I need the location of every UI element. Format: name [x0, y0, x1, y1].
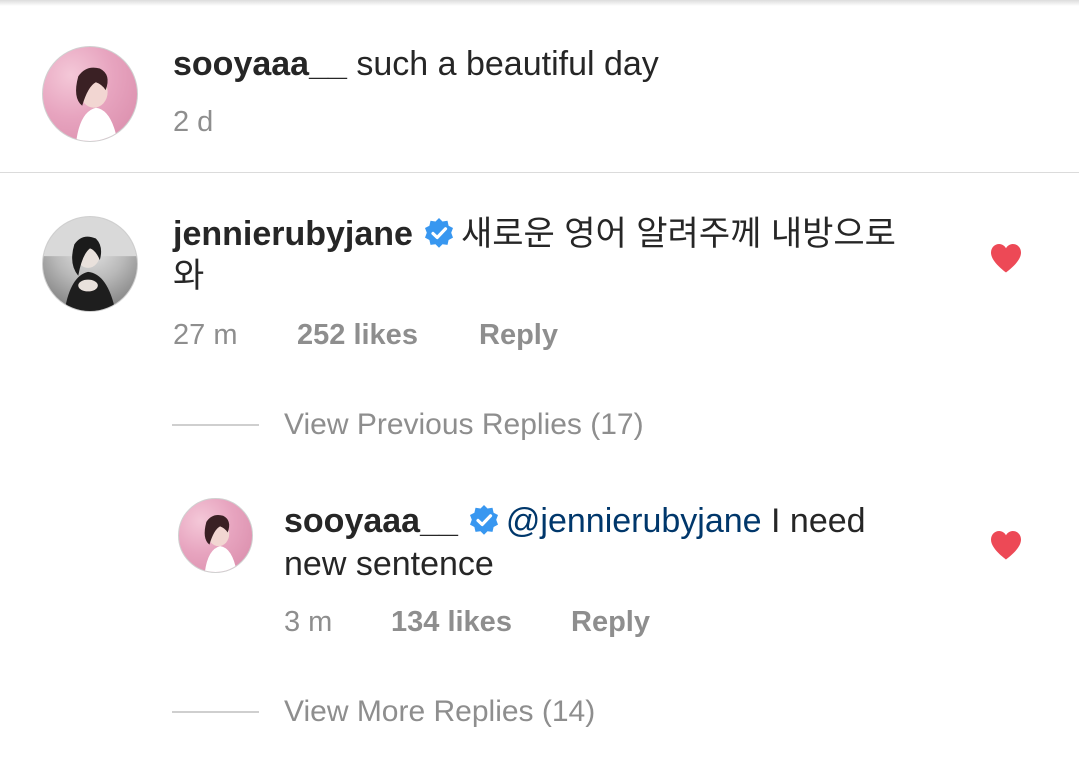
replies-divider: [172, 424, 259, 426]
reply-text-line-2: new sentence: [284, 545, 494, 583]
replies-divider: [172, 711, 259, 713]
view-more-replies-link[interactable]: View More Replies (14): [284, 694, 595, 730]
verified-badge-icon: [469, 505, 498, 535]
avatar[interactable]: [42, 46, 138, 142]
avatar[interactable]: [42, 216, 138, 312]
heart-icon[interactable]: [989, 529, 1023, 561]
verified-badge-icon: [424, 218, 453, 248]
comment-line-2: 와: [173, 254, 204, 298]
reply-time: 3 m: [284, 606, 333, 638]
view-previous-replies-link[interactable]: View Previous Replies (17): [284, 407, 644, 443]
caption-username[interactable]: sooyaaa__: [173, 45, 347, 83]
reply-text-line-1: I need: [761, 502, 866, 540]
caption-line: sooyaaa__ such a beautiful day: [173, 42, 659, 86]
comment-reply-button[interactable]: Reply: [479, 317, 558, 353]
post-caption: sooyaaa__ such a beautiful day 2 d: [0, 0, 1079, 173]
reply-mention-link[interactable]: @jennierubyjane: [506, 502, 762, 540]
reply-likes[interactable]: 134 likes: [391, 604, 512, 640]
avatar-photo: [76, 67, 118, 141]
comment-time: 27 m: [173, 319, 238, 351]
comment-text-line-1: 새로운 영어 알려주께 내방으로: [460, 215, 896, 253]
reply-reply-button[interactable]: Reply: [571, 604, 650, 640]
reply-line-1: sooyaaa__ @jennierubyjane I need: [284, 499, 866, 543]
comment-line-1: jennierubyjane 새로운 영어 알려주께 내방으로: [173, 212, 896, 256]
comment-username[interactable]: jennierubyjane: [173, 215, 413, 253]
caption-text: such a beautiful day: [356, 45, 659, 83]
reply-line-2: new sentence: [284, 542, 494, 586]
comment-likes[interactable]: 252 likes: [297, 317, 418, 353]
caption-time: 2 d: [173, 106, 214, 138]
comment-text-line-2: 와: [173, 257, 205, 295]
avatar-photo: [43, 217, 137, 311]
avatar-photo: [204, 514, 237, 572]
reply-username[interactable]: sooyaaa__: [284, 502, 458, 540]
heart-icon[interactable]: [989, 242, 1023, 274]
avatar[interactable]: [178, 498, 253, 573]
